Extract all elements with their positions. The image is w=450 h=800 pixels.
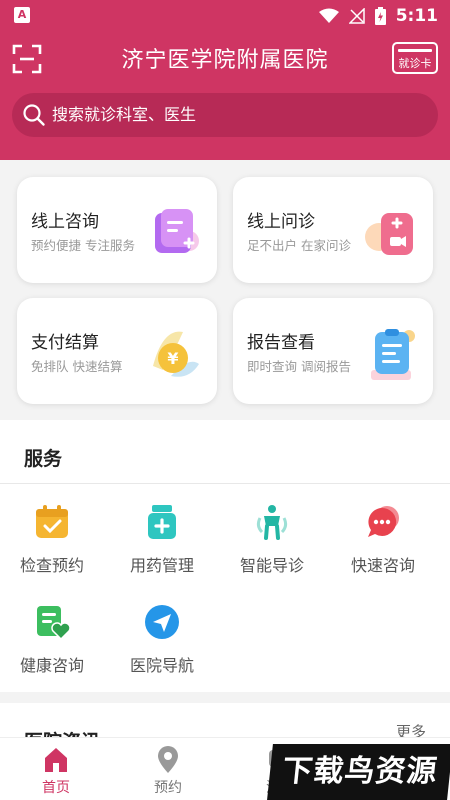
service-label: 医院导航 <box>129 656 194 675</box>
home-icon <box>45 748 67 772</box>
service-hospital-navigation[interactable]: 医院导航 <box>112 604 212 684</box>
status-icons: 5:11 <box>318 0 438 32</box>
body-guide-icon <box>256 505 288 540</box>
clipboard-report-icon <box>371 329 415 380</box>
service-label: 智能导诊 <box>239 556 304 575</box>
service-smart-guide[interactable]: 智能导诊 <box>222 504 322 584</box>
card-report[interactable]: 报告查看 即时查询 调阅报告 <box>233 298 433 404</box>
nav-label: 预约 <box>154 780 182 796</box>
card-subtitle: 足不出户 在家问诊 <box>247 238 351 253</box>
medicine-bottle-icon <box>148 505 176 539</box>
search-bar[interactable]: 搜索就诊科室、医生 <box>12 93 438 137</box>
section-divider <box>0 483 450 484</box>
service-label: 健康咨询 <box>19 656 84 675</box>
card-online-diagnosis[interactable]: 线上问诊 足不出户 在家问诊 <box>233 177 433 283</box>
service-label: 用药管理 <box>129 556 194 575</box>
card-subtitle: 免排队 快速结算 <box>31 359 123 374</box>
battery-charging-icon <box>374 7 386 25</box>
service-label: 快速咨询 <box>350 556 415 575</box>
card-subtitle: 预约便捷 专注服务 <box>31 238 135 253</box>
service-fast-consult[interactable]: 快速咨询 <box>333 504 433 584</box>
wifi-icon <box>318 8 339 23</box>
service-medication[interactable]: 用药管理 <box>112 504 212 584</box>
document-add-icon <box>155 209 199 253</box>
card-online-consult[interactable]: 线上咨询 预约便捷 专注服务 <box>17 177 217 283</box>
no-signal-icon <box>348 8 365 24</box>
nav-home[interactable]: 首页 <box>0 738 112 800</box>
card-payment[interactable]: 支付结算 免排队 快速结算 ¥ <box>17 298 217 404</box>
card-title: 线上咨询 <box>31 212 99 232</box>
yuan-coin-icon: ¥ <box>153 331 199 377</box>
card-title: 支付结算 <box>31 333 99 353</box>
app-notification-icon: A <box>14 7 30 23</box>
video-consult-icon <box>365 213 413 255</box>
nav-label: 首页 <box>42 780 70 796</box>
clock-time: 5:11 <box>395 6 438 26</box>
service-section: 服务 检查预约 用药管理 智能导诊 快速咨询 健康咨询 医院导航 <box>0 420 450 692</box>
service-exam-booking[interactable]: 检查预约 <box>2 504 102 584</box>
service-health-consult[interactable]: 健康咨询 <box>2 604 102 684</box>
status-bar: A 5:11 <box>0 0 450 32</box>
location-pin-icon <box>158 746 178 773</box>
app-header: 济宁医学院附属医院 就诊卡 搜索就诊科室、医生 <box>0 32 450 160</box>
navigation-icon <box>145 605 179 639</box>
service-label: 检查预约 <box>19 556 84 575</box>
service-heading: 服务 <box>24 448 63 470</box>
card-subtitle: 即时查询 调阅报告 <box>247 359 351 374</box>
nav-booking[interactable]: 预约 <box>112 738 224 800</box>
calendar-check-icon <box>36 505 68 538</box>
card-title: 线上问诊 <box>247 212 315 232</box>
watermark-logo: 下载鸟资源 <box>267 744 450 800</box>
search-icon <box>23 104 45 126</box>
card-title: 报告查看 <box>247 333 315 353</box>
page-title: 济宁医学院附属医院 <box>121 48 329 73</box>
visit-card-button[interactable]: 就诊卡 <box>392 42 438 74</box>
health-doc-icon <box>37 606 70 640</box>
svg-text:¥: ¥ <box>167 349 178 368</box>
chat-bubble-icon <box>368 506 399 537</box>
search-placeholder: 搜索就诊科室、医生 <box>52 105 197 124</box>
